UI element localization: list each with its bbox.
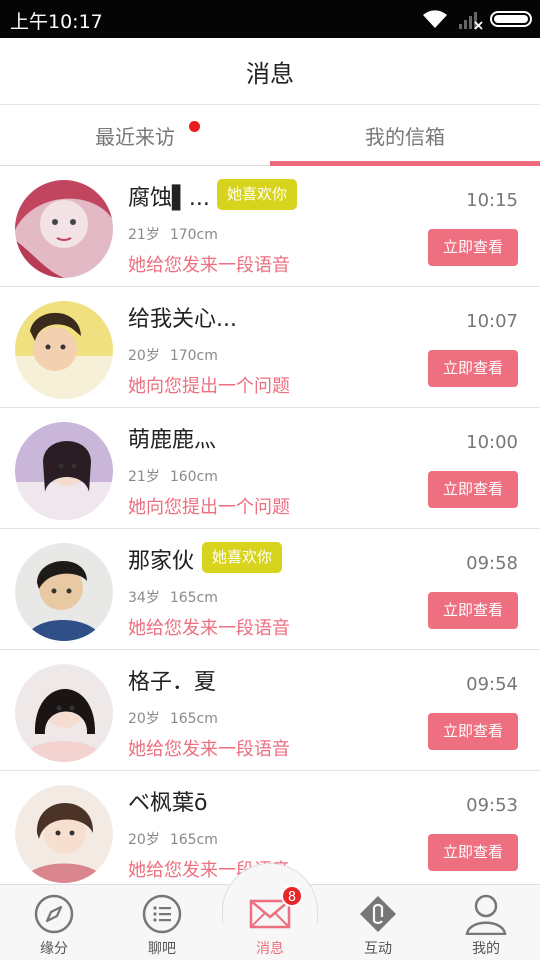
contact-name: 那家伙 <box>128 549 195 574</box>
view-now-button[interactable]: 立即查看 <box>428 471 518 508</box>
view-now-button[interactable]: 立即查看 <box>428 592 518 629</box>
nav-item-me[interactable]: 我的 <box>432 885 540 960</box>
message-preview: 她向您提出一个问题 <box>128 376 290 397</box>
person-icon <box>465 894 507 935</box>
user-info: 20岁 165cm <box>128 829 228 849</box>
nav-item-fate[interactable]: 缘分 <box>0 885 108 960</box>
avatar[interactable] <box>15 180 113 278</box>
wifi-icon <box>423 10 447 28</box>
height: 160cm <box>169 469 218 485</box>
user-info: 34岁 165cm <box>128 587 228 607</box>
height: 170cm <box>169 348 218 364</box>
age: 34岁 <box>128 590 160 606</box>
message-time: 09:58 <box>466 553 518 574</box>
battery-icon <box>490 11 532 27</box>
page-title: 消息 <box>246 59 294 88</box>
user-info: 21岁 170cm <box>128 224 228 244</box>
user-info: 20岁 165cm <box>128 708 228 728</box>
view-now-button[interactable]: 立即查看 <box>428 713 518 750</box>
message-time: 10:15 <box>466 190 518 211</box>
nav-label: 缘分 <box>40 941 68 957</box>
height: 170cm <box>169 227 218 243</box>
title-bar: 消息 <box>0 38 540 105</box>
view-now-button[interactable]: 立即查看 <box>428 834 518 871</box>
signal-icon <box>459 12 483 30</box>
list-item[interactable]: 给我关心... 20岁 170cm 她向您提出一个问题 10:07 立即查看 <box>0 287 540 408</box>
nav-item-messages[interactable]: 消息 <box>216 885 324 960</box>
message-preview: 她给您发来一段语音 <box>128 739 290 760</box>
likes-you-badge: 她喜欢你 <box>217 179 298 210</box>
view-now-button[interactable]: 立即查看 <box>428 229 518 266</box>
tab-recent-visitors[interactable]: 最近来访 <box>0 105 270 165</box>
age: 20岁 <box>128 832 160 848</box>
message-preview: 她向您提出一个问题 <box>128 497 290 518</box>
avatar[interactable] <box>15 785 113 883</box>
status-bar: 上午10:17 <box>0 0 540 38</box>
nav-label: 聊吧 <box>148 941 176 957</box>
contact-name: 腐蚀▌... <box>128 186 210 211</box>
avatar[interactable] <box>15 543 113 641</box>
bottom-nav: 缘分 聊吧 消息 8 互动 我的 <box>0 863 540 960</box>
tab-label: 我的信箱 <box>365 124 445 149</box>
age: 20岁 <box>128 711 160 727</box>
view-now-button[interactable]: 立即查看 <box>428 350 518 387</box>
contact-name: 格子．夏 <box>128 670 217 695</box>
message-list[interactable]: 腐蚀▌... 她喜欢你 21岁 170cm 她给您发来一段语音 10:15 立即查… <box>0 166 540 884</box>
avatar[interactable] <box>15 301 113 399</box>
list-item[interactable]: 萌鹿鹿灬 21岁 160cm 她向您提出一个问题 10:00 立即查看 <box>0 408 540 529</box>
nav-label: 互动 <box>364 941 392 957</box>
nav-label: 我的 <box>472 941 500 957</box>
message-preview: 她给您发来一段语音 <box>128 618 290 639</box>
user-info: 20岁 170cm <box>128 345 228 365</box>
tab-my-mailbox[interactable]: 我的信箱 <box>270 105 540 166</box>
nav-item-chat[interactable]: 聊吧 <box>108 885 216 960</box>
nav-item-interact[interactable]: 互动 <box>324 885 432 960</box>
message-time: 10:07 <box>466 311 518 332</box>
avatar[interactable] <box>15 422 113 520</box>
height: 165cm <box>169 832 218 848</box>
list-item[interactable]: 那家伙 她喜欢你 34岁 165cm 她给您发来一段语音 09:58 立即查看 <box>0 529 540 650</box>
height: 165cm <box>169 590 218 606</box>
list-icon <box>142 894 182 934</box>
height: 165cm <box>169 711 218 727</box>
contact-name: 给我关心... <box>128 307 237 332</box>
tab-label: 最近来访 <box>95 124 175 149</box>
message-time: 09:53 <box>466 795 518 816</box>
contact-name: 萌鹿鹿灬 <box>128 428 217 453</box>
tab-bar: 最近来访 我的信箱 <box>0 105 540 166</box>
status-time: 上午10:17 <box>10 11 103 33</box>
age: 21岁 <box>128 227 160 243</box>
age: 21岁 <box>128 469 160 485</box>
avatar[interactable] <box>15 664 113 762</box>
message-time: 09:54 <box>466 674 518 695</box>
compass-icon <box>34 894 74 934</box>
interact-icon <box>360 896 396 932</box>
unread-count-badge: 8 <box>281 885 303 907</box>
message-time: 10:00 <box>466 432 518 453</box>
likes-you-badge: 她喜欢你 <box>202 542 283 573</box>
age: 20岁 <box>128 348 160 364</box>
nav-label: 消息 <box>256 941 284 957</box>
list-item[interactable]: 格子．夏 20岁 165cm 她给您发来一段语音 09:54 立即查看 <box>0 650 540 771</box>
list-item[interactable]: 腐蚀▌... 她喜欢你 21岁 170cm 她给您发来一段语音 10:15 立即查… <box>0 166 540 287</box>
message-preview: 她给您发来一段语音 <box>128 255 290 276</box>
unread-dot <box>189 121 200 132</box>
user-info: 21岁 160cm <box>128 466 228 486</box>
contact-name: ベ枫葉ō <box>128 791 208 816</box>
